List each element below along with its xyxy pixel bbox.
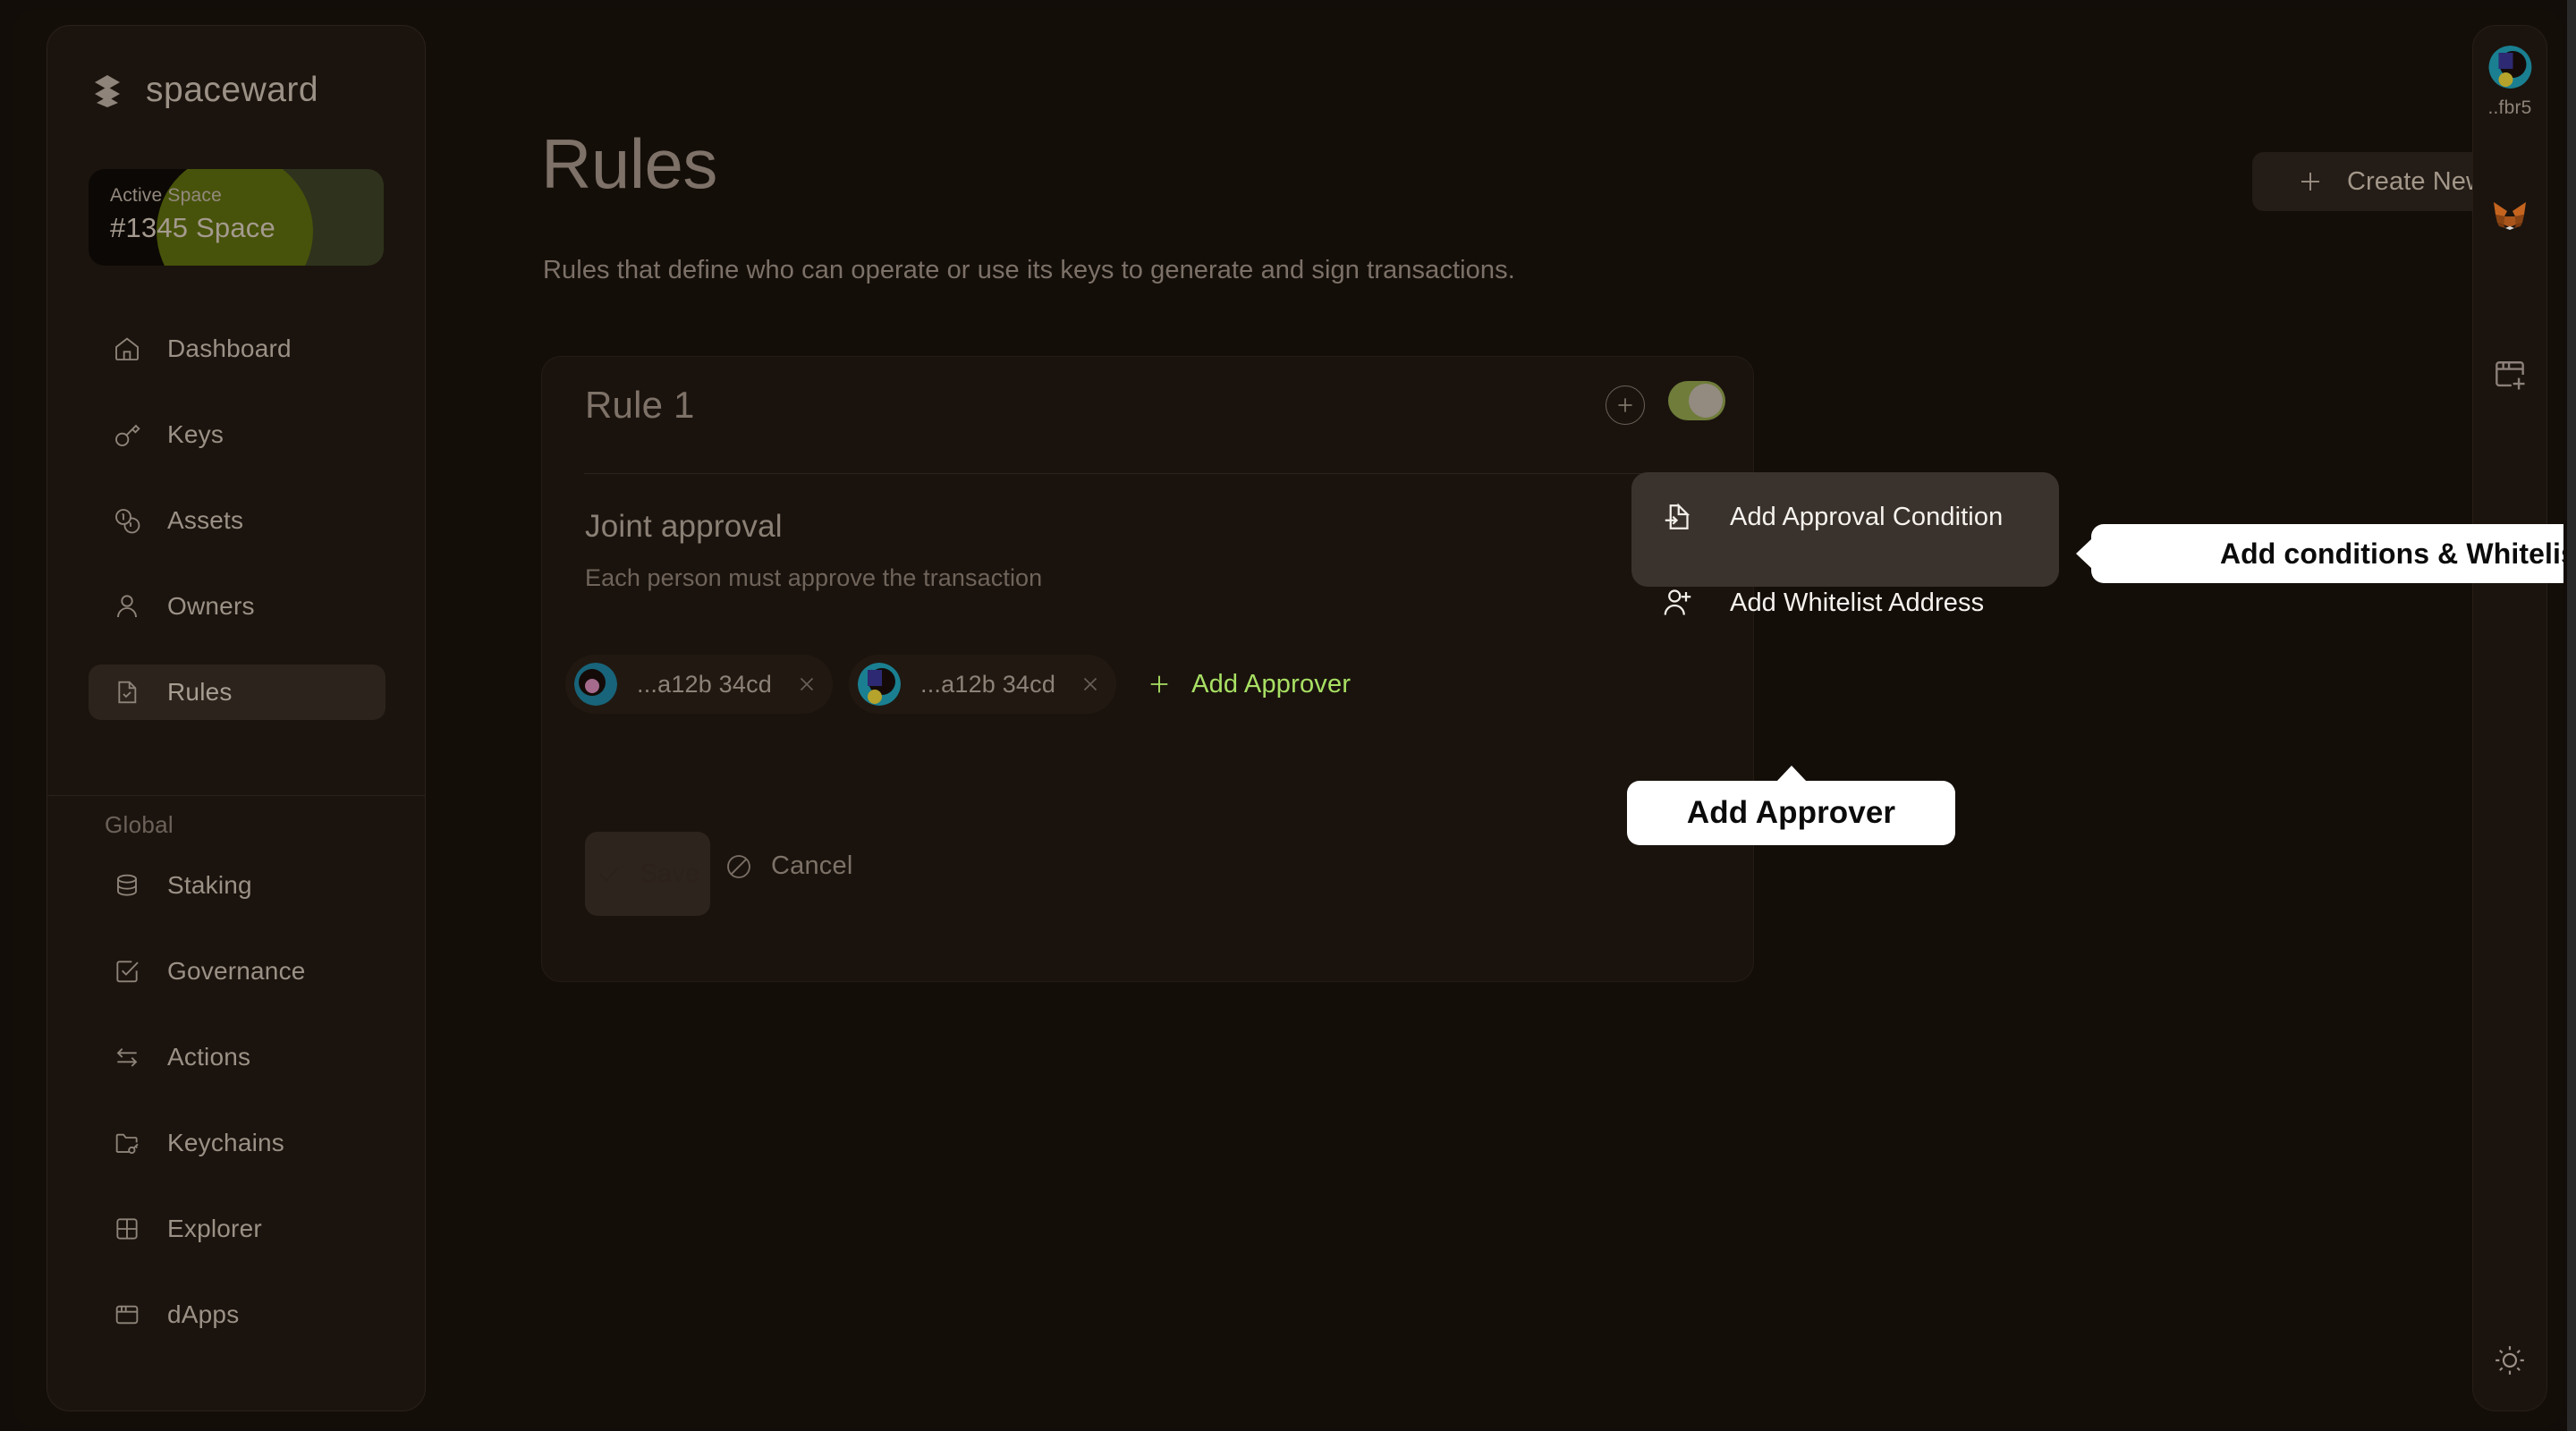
spaceward-logo-icon xyxy=(89,72,126,109)
sidebar-item-label: dApps xyxy=(167,1300,240,1328)
sidebar-item-label: Keys xyxy=(167,420,225,448)
database-icon xyxy=(112,870,142,901)
ban-icon xyxy=(724,852,753,881)
app-window: spaceward Active Space #1345 Space Dashb… xyxy=(0,0,2576,1431)
close-icon[interactable] xyxy=(795,673,818,696)
avatar xyxy=(574,663,617,706)
create-new-label: Create New xyxy=(2346,166,2486,196)
sidebar-item-dashboard[interactable]: Dashboard xyxy=(89,321,386,377)
callout-add-conditions: Add conditions & Whitelist address xyxy=(2091,524,2563,583)
menu-item-add-approval-condition[interactable]: Add Approval Condition xyxy=(1631,495,2059,538)
rule-divider xyxy=(584,473,1713,474)
menu-item-label: Add Whitelist Address xyxy=(1730,588,1985,617)
close-icon[interactable] xyxy=(1079,673,1102,696)
sidebar-item-label: Explorer xyxy=(167,1215,262,1242)
metamask-fox-icon[interactable] xyxy=(2488,194,2531,237)
user-plus-icon xyxy=(1662,587,1694,619)
add-approver-label: Add Approver xyxy=(1191,669,1352,699)
sun-icon[interactable] xyxy=(2492,1342,2528,1378)
approver-chip[interactable]: ...a12b 34cd xyxy=(849,655,1117,714)
sidebar-item-label: Rules xyxy=(167,678,233,706)
sidebar-item-rules[interactable]: Rules xyxy=(89,665,386,720)
rule-title: Rule 1 xyxy=(585,384,695,426)
rule-card-header: Rule 1 xyxy=(542,357,1753,452)
menu-item-label: Add Approval Condition xyxy=(1730,502,2004,531)
menu-item-add-whitelist-address[interactable]: Add Whitelist Address xyxy=(1631,581,2059,624)
page-title: Rules xyxy=(541,124,717,203)
account-label: ..fbr5 xyxy=(2487,97,2532,118)
home-icon xyxy=(112,334,142,364)
avatar-icon xyxy=(2488,46,2531,89)
sidebar-global-heading: Global xyxy=(105,811,174,838)
window-scrollbar[interactable] xyxy=(2567,0,2576,1431)
sidebar-item-explorer[interactable]: Explorer xyxy=(89,1201,386,1257)
app-shell: spaceward Active Space #1345 Space Dashb… xyxy=(13,9,2563,1427)
plus-icon xyxy=(1147,672,1172,697)
sidebar-item-label: Keychains xyxy=(167,1129,284,1156)
folder-key-icon xyxy=(112,1128,142,1158)
sidebar-nav-main: Dashboard Keys Assets Owners Rules xyxy=(89,321,386,750)
sidebar-item-keys[interactable]: Keys xyxy=(89,407,386,462)
coins-icon xyxy=(112,505,142,536)
sidebar-item-owners[interactable]: Owners xyxy=(89,579,386,634)
add-approver-button[interactable]: Add Approver xyxy=(1147,670,1351,699)
plus-icon xyxy=(2297,168,2324,195)
rule-add-button[interactable] xyxy=(1606,385,1645,425)
approver-chip[interactable]: ...a12b 34cd xyxy=(565,655,834,714)
active-space-card[interactable]: Active Space #1345 Space xyxy=(89,169,384,266)
approvers-row: ...a12b 34cd ...a12b 34cd Add Approver xyxy=(565,655,1351,714)
sidebar-item-label: Actions xyxy=(167,1043,251,1071)
check-icon xyxy=(596,860,623,887)
sidebar-item-label: Assets xyxy=(167,506,244,534)
sidebar-item-label: Owners xyxy=(167,592,255,620)
sidebar-item-governance[interactable]: Governance xyxy=(89,944,386,999)
active-space-text: Active Space #1345 Space xyxy=(110,185,275,244)
cancel-button[interactable]: Cancel xyxy=(724,851,852,881)
callout-add-approver: Add Approver xyxy=(1627,781,1955,845)
sidebar-divider xyxy=(47,795,425,796)
approver-address: ...a12b 34cd xyxy=(920,670,1056,698)
plus-icon xyxy=(1618,398,1632,412)
file-import-icon xyxy=(1662,501,1694,533)
avatar xyxy=(858,663,902,706)
sidebar-item-keychains[interactable]: Keychains xyxy=(89,1115,386,1171)
rule-card: Rule 1 Joint approval Each person must a… xyxy=(541,356,1754,982)
save-button[interactable]: Save xyxy=(585,832,710,916)
save-label: Save xyxy=(640,859,700,888)
sidebar-item-label: Governance xyxy=(167,957,306,985)
active-space-value: #1345 Space xyxy=(110,212,275,243)
joint-approval-subtitle: Each person must approve the transaction xyxy=(585,564,1043,591)
toggle-knob xyxy=(1689,384,1723,418)
sidebar-item-dapps[interactable]: dApps xyxy=(89,1287,386,1342)
sidebar-item-actions[interactable]: Actions xyxy=(89,1029,386,1085)
joint-approval-title: Joint approval xyxy=(585,509,783,544)
user-icon xyxy=(112,591,142,622)
add-menu-dropdown: Add Approval Condition Add Whitelist Add… xyxy=(1631,472,2059,617)
document-check-icon xyxy=(112,677,142,707)
sidebar-item-staking[interactable]: Staking xyxy=(89,858,386,913)
key-icon xyxy=(112,419,142,450)
browser-window-plus-icon[interactable] xyxy=(2490,355,2529,394)
sidebar-nav-global: Staking Governance Actions Keychains Exp… xyxy=(89,858,386,1373)
checkbox-check-icon xyxy=(112,956,142,986)
cancel-label: Cancel xyxy=(771,851,853,880)
grid-icon xyxy=(112,1214,142,1244)
main-content: Rules Rules that define who can operate … xyxy=(451,25,2563,1411)
sidebar-item-label: Staking xyxy=(167,871,252,899)
approver-address: ...a12b 34cd xyxy=(637,670,773,698)
rule-enabled-toggle[interactable] xyxy=(1668,381,1725,420)
brand[interactable]: spaceward xyxy=(89,71,318,110)
sidebar: spaceward Active Space #1345 Space Dashb… xyxy=(47,25,426,1411)
browser-window-icon xyxy=(112,1300,142,1330)
active-space-label: Active Space xyxy=(110,185,222,206)
account-button[interactable]: ..fbr5 xyxy=(2487,46,2531,119)
right-rail: ..fbr5 xyxy=(2472,25,2547,1411)
swap-arrows-icon xyxy=(112,1042,142,1072)
brand-name: spaceward xyxy=(146,71,319,109)
page-subtitle: Rules that define who can operate or use… xyxy=(543,256,1515,284)
sidebar-item-label: Dashboard xyxy=(167,334,292,362)
sidebar-item-assets[interactable]: Assets xyxy=(89,493,386,548)
